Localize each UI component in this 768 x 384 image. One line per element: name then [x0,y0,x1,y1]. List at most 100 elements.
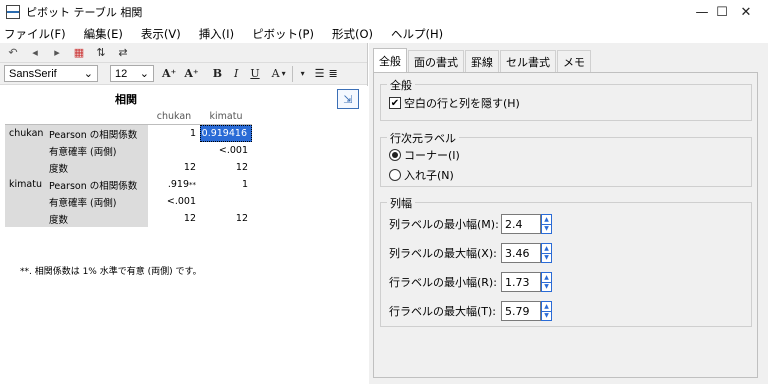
chevron-up-icon[interactable]: ▲ [542,273,551,283]
font-family-value: SansSerif [9,67,57,80]
back-icon[interactable]: ◂ [26,45,44,61]
data-cell[interactable]: <.001 [200,142,252,159]
chevron-down-icon[interactable]: ▼ [542,282,551,291]
pivot-tray-icon[interactable]: ▦ [70,45,88,61]
row-var[interactable]: kimatu [5,176,45,193]
data-cell[interactable]: 12 [200,159,252,176]
text-color-button[interactable]: A [272,67,280,80]
swap-cols-icon[interactable]: ⇄ [114,45,132,61]
significance-marker: ** [189,180,196,189]
spin-buttons[interactable]: ▲ ▼ [541,243,552,263]
tab-cell-format[interactable]: セル書式 [500,50,556,72]
menu-file[interactable]: ファイル(F) [4,26,66,42]
spin-input[interactable]: 1.73 [501,272,541,292]
menu-pivot[interactable]: ピボット(P) [252,26,314,42]
spin-buttons[interactable]: ▲ ▼ [541,272,552,292]
undo-icon[interactable]: ↶ [4,45,22,61]
col-header[interactable]: chukan [148,108,200,125]
row-var[interactable] [5,210,45,227]
data-cell[interactable]: .919 ** [148,176,200,193]
bold-button[interactable]: B [213,67,222,80]
align-left-icon[interactable]: ☰ [315,67,325,80]
corner-radio[interactable]: コーナー(I) [389,147,460,163]
data-cell[interactable] [200,193,252,210]
row-stat[interactable]: 有意確率 (両側) [45,142,148,159]
font-size-value: 12 [115,67,128,80]
col-header[interactable]: kimatu [200,108,252,125]
menu-view[interactable]: 表示(V) [141,26,181,42]
spin-buttons[interactable]: ▲ ▼ [541,214,552,234]
row-var[interactable] [5,159,45,176]
decrease-font-icon[interactable]: A⁺ [184,67,198,80]
max-col-label-width-spinner[interactable]: 3.46 ▲ ▼ [501,243,552,263]
spin-input[interactable]: 5.79 [501,301,541,321]
field-label: 行ラベルの最小幅(R): [389,276,497,289]
table-row: 度数 12 12 [5,210,252,227]
forward-icon[interactable]: ▸ [48,45,66,61]
menu-format[interactable]: 形式(O) [332,26,373,42]
table-footnote: **. 相関係数は 1% 水準で有意 (両側) です。 [20,267,202,277]
properties-tabs: 全般 面の書式 罫線 セル書式 メモ [373,48,592,72]
row-stat[interactable]: Pearson の相関係数 [45,176,148,193]
align-icon[interactable]: ≣ [329,67,338,80]
swap-rows-icon[interactable]: ⇅ [92,45,110,61]
data-cell[interactable]: 12 [200,210,252,227]
toolbar-format: SansSerif ⌄ 12 ⌄ A⁺ A⁺ B I U A ▾ ▾ ☰ ≣ [0,63,367,85]
radio-unselected-icon [389,169,401,181]
row-dimension-group: 行次元ラベル コーナー(I) 入れ子(N) [380,130,752,187]
menu-edit[interactable]: 編集(E) [84,26,123,42]
table-properties-pane: 全般 面の書式 罫線 セル書式 メモ 全般 ✔ 空白の行と列を隠す(H) 行次元… [369,43,768,384]
row-dimension-group-label: 行次元ラベル [387,130,459,146]
row-var[interactable] [5,193,45,210]
menu-insert[interactable]: 挿入(I) [199,26,234,42]
row-var[interactable]: chukan [5,125,45,142]
tab-area-format[interactable]: 面の書式 [408,50,464,72]
chevron-down-icon[interactable]: ▼ [542,253,551,262]
color-dropdown-icon[interactable]: ▾ [282,69,286,78]
hide-empty-label: 空白の行と列を隠す(H) [404,97,520,110]
font-family-select[interactable]: SansSerif ⌄ [4,65,98,82]
min-col-label-width-spinner[interactable]: 2.4 ▲ ▼ [501,214,552,234]
data-cell[interactable]: 1 [200,176,252,193]
min-row-label-width-spinner[interactable]: 1.73 ▲ ▼ [501,272,552,292]
chevron-up-icon[interactable]: ▲ [542,215,551,225]
chevron-down-icon[interactable]: ▼ [542,224,551,233]
tab-general[interactable]: 全般 [373,48,407,72]
tab-borders[interactable]: 罫線 [465,50,499,72]
chevron-up-icon[interactable]: ▲ [542,302,551,312]
data-cell[interactable]: 1 [148,125,200,142]
fill-dropdown-icon[interactable]: ▾ [301,69,305,78]
close-icon[interactable]: ✕ [724,0,768,24]
spin-buttons[interactable]: ▲ ▼ [541,301,552,321]
spin-input[interactable]: 3.46 [501,243,541,263]
row-var[interactable] [5,142,45,159]
selected-cell[interactable]: 0.919416 [200,125,252,142]
row-stat[interactable]: 有意確率 (両側) [45,193,148,210]
data-cell[interactable]: 12 [148,159,200,176]
font-size-select[interactable]: 12 ⌄ [110,65,154,82]
menu-help[interactable]: ヘルプ(H) [391,26,443,42]
data-cell[interactable]: 12 [148,210,200,227]
chevron-up-icon[interactable]: ▲ [542,244,551,254]
row-stat[interactable]: Pearson の相関係数 [45,125,148,142]
pivot-table-pane: ↶ ◂ ▸ ▦ ⇅ ⇄ SansSerif ⌄ 12 ⌄ A⁺ A⁺ B I U… [0,43,368,384]
chevron-down-icon[interactable]: ▼ [542,311,551,320]
data-cell[interactable] [148,142,200,159]
spin-input[interactable]: 2.4 [501,214,541,234]
underline-button[interactable]: U [250,67,259,80]
data-value: .919 [167,179,189,190]
nested-radio[interactable]: 入れ子(N) [389,167,454,183]
pivot-toggle-icon[interactable]: ⇲ [337,89,359,109]
hide-empty-checkbox[interactable]: ✔ 空白の行と列を隠す(H) [389,95,520,111]
max-row-label-width-spinner[interactable]: 5.79 ▲ ▼ [501,301,552,321]
italic-button[interactable]: I [234,67,238,80]
tab-notes[interactable]: メモ [557,50,591,72]
row-stat[interactable]: 度数 [45,159,148,176]
min-row-label-width-row: 行ラベルの最小幅(R): 1.73 ▲ ▼ [389,272,552,292]
table-row: 有意確率 (両側) <.001 [5,193,252,210]
data-cell[interactable]: <.001 [148,193,200,210]
row-stat[interactable]: 度数 [45,210,148,227]
increase-font-icon[interactable]: A⁺ [162,67,176,80]
pivot-table-app-icon [6,5,20,19]
max-col-label-width-row: 列ラベルの最大幅(X): 3.46 ▲ ▼ [389,243,552,263]
